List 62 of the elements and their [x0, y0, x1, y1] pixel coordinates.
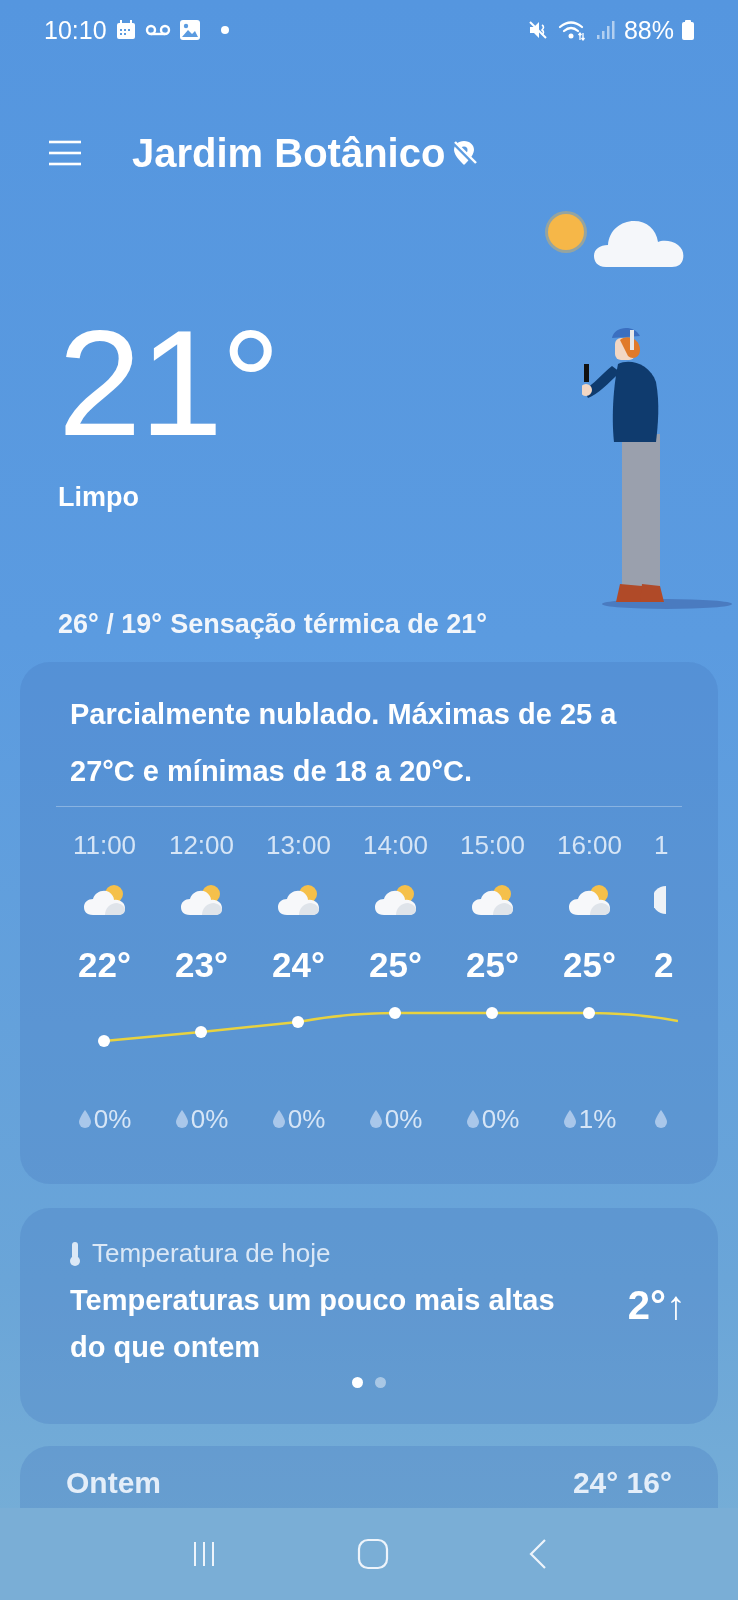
partly-cloudy-icon: [470, 883, 515, 917]
hour-time: 1: [654, 829, 669, 861]
page-indicator-dot[interactable]: [375, 1377, 386, 1388]
raindrop-icon: [77, 1109, 92, 1129]
forecast-summary: Parcialmente nublado. Máximas de 25 a 27°C e mínimas de 18 a 20°C.: [69, 697, 618, 789]
notification-dot-icon: [220, 26, 229, 34]
hour-temperature: 25°: [369, 945, 422, 985]
hour-time: 11:00: [72, 829, 137, 861]
hour-temperature: 23°: [175, 945, 228, 985]
precipitation-chance: 0%: [93, 1103, 132, 1135]
back-icon[interactable]: [527, 1538, 549, 1570]
menu-icon[interactable]: [48, 139, 82, 167]
page-indicator-dot[interactable]: [352, 1377, 363, 1388]
partly-cloudy-icon: [567, 883, 612, 917]
weather-icon: [654, 884, 668, 916]
partly-cloudy-icon: [373, 883, 418, 917]
hour-time: 16:00: [556, 829, 623, 861]
feels-like-text: Sensação térmica de 21°: [170, 609, 488, 640]
image-icon: [178, 19, 201, 41]
location-off-icon: [451, 139, 478, 167]
hour-time: 12:00: [168, 829, 235, 861]
hour-temperature: 2: [654, 945, 674, 985]
high-low-temperature: 26° / 19°: [58, 609, 163, 640]
comparison-text: Temperaturas um pouco mais altas do que ontem: [70, 1283, 556, 1365]
partly-cloudy-icon: [276, 883, 321, 917]
clock-time: 10:10: [44, 15, 107, 45]
precipitation-chance: 0%: [190, 1103, 229, 1135]
battery-percent: 88%: [623, 15, 674, 45]
hour-temperature: 25°: [563, 945, 616, 985]
partly-cloudy-icon: [179, 883, 224, 917]
raindrop-icon: [174, 1109, 189, 1129]
sun-drawing: [544, 210, 588, 254]
raindrop-icon: [368, 1109, 383, 1129]
precipitation-chance: 0%: [384, 1103, 423, 1135]
hour-temperature: 22°: [78, 945, 131, 985]
raindrop-icon: [562, 1109, 577, 1129]
today-temperature-label: Temperatura de hoje: [92, 1238, 331, 1269]
battery-icon: [682, 20, 694, 40]
precipitation-chance: 0%: [481, 1103, 520, 1135]
hour-time: 13:00: [265, 829, 332, 861]
signal-icon: [595, 19, 616, 41]
hour-time: 14:00: [362, 829, 429, 861]
raindrop-icon: [465, 1109, 480, 1129]
raindrop-icon: [654, 1109, 668, 1129]
hour-temperature: 24°: [272, 945, 325, 985]
location-title[interactable]: Jardim Botânico: [132, 130, 446, 176]
wifi-icon: [557, 19, 588, 41]
home-icon[interactable]: [357, 1538, 389, 1570]
yesterday-label: Ontem: [66, 1466, 161, 1500]
partly-cloudy-icon: [82, 883, 127, 917]
precipitation-chance: 0%: [287, 1103, 326, 1135]
raindrop-icon: [271, 1109, 286, 1129]
condition-text: Limpo: [58, 482, 140, 513]
hour-temperature: 25°: [466, 945, 519, 985]
yesterday-temperature: 24° 16°: [572, 1466, 672, 1500]
hour-time: 15:00: [459, 829, 526, 861]
voicemail-icon: [144, 23, 171, 37]
calendar-icon: [114, 19, 137, 41]
thermometer-icon: [68, 1240, 82, 1267]
temperature-change: 2°↑: [627, 1283, 686, 1328]
precipitation-chance: 1%: [578, 1103, 617, 1135]
current-temperature: 21°: [58, 308, 280, 458]
